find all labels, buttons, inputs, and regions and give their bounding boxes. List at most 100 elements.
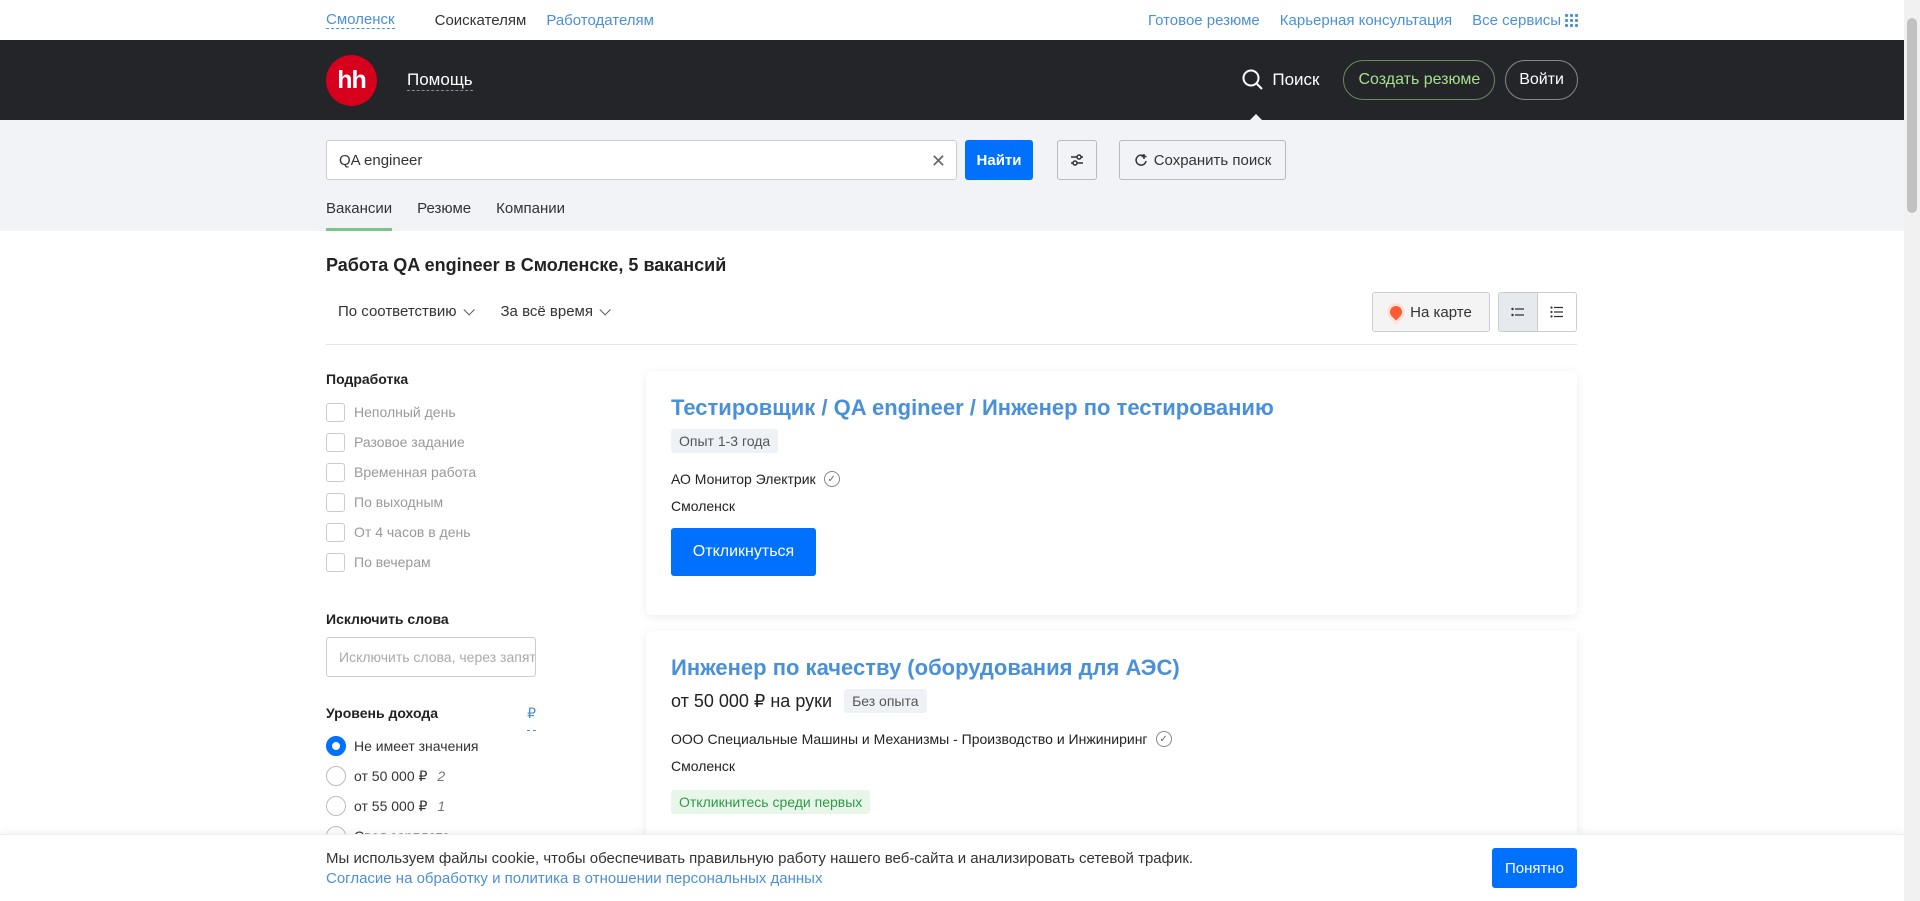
detailed-view-button[interactable]	[1499, 293, 1538, 331]
company-link[interactable]: ООО Специальные Машины и Механизмы - Про…	[671, 731, 1148, 747]
clear-icon[interactable]: ✕	[931, 151, 946, 172]
employers-link[interactable]: Работодателям	[546, 12, 654, 29]
income-option-any[interactable]: Не имеет значения	[326, 731, 541, 761]
divider	[326, 344, 1577, 345]
period-label: За всё время	[500, 303, 593, 320]
currency-selector[interactable]: ₽	[527, 705, 536, 731]
filter-temporary-work[interactable]: Временная работа	[326, 457, 541, 487]
cookie-banner: Мы используем файлы cookie, чтобы обеспе…	[0, 834, 1904, 901]
hh-logo[interactable]: hh	[326, 54, 377, 106]
income-count: 1	[437, 798, 446, 814]
scrollbar-thumb[interactable]	[1907, 18, 1917, 213]
income-option-50000[interactable]: от 50 000 ₽ 2	[326, 761, 541, 791]
map-button[interactable]: На карте	[1372, 292, 1490, 332]
sort-controls: По соответствию За всё время	[338, 303, 611, 320]
login-button[interactable]: Войти	[1505, 60, 1578, 100]
filter-sliders-icon	[1071, 154, 1083, 166]
company-link[interactable]: АО Монитор Электрик	[671, 471, 816, 487]
main-header: hh Помощь Поиск Создать резюме Войти	[0, 40, 1904, 122]
privacy-policy-link[interactable]: Согласие на обработку и политика в отнош…	[326, 870, 822, 887]
filter-weekends[interactable]: По выходным	[326, 487, 541, 517]
map-label: На карте	[1410, 303, 1472, 321]
salary-row: от 50 000 ₽ на руки Без опыта	[671, 689, 1552, 713]
part-time-title: Подработка	[326, 371, 409, 387]
search-query: QA engineer	[339, 151, 423, 169]
page-scrollbar[interactable]	[1904, 0, 1920, 901]
salary: от 50 000 ₽ на руки	[671, 690, 833, 711]
list-compact-icon	[1550, 306, 1563, 318]
respond-button[interactable]: Откликнуться	[671, 528, 816, 576]
top-services: Готовое резюме Карьерная консультация Вс…	[1148, 12, 1578, 29]
save-search-label: Сохранить поиск	[1153, 151, 1272, 169]
filter-label: По вечерам	[354, 554, 431, 570]
radio-selected[interactable]	[326, 736, 346, 756]
income-label: Не имеет значения	[354, 738, 479, 754]
sort-dropdown[interactable]: По соответствию	[338, 303, 475, 320]
top-bar: Смоленск Соискателям Работодателям Готов…	[0, 0, 1904, 40]
advanced-search-button[interactable]	[1057, 140, 1097, 180]
tab-resumes[interactable]: Резюме	[417, 200, 471, 231]
find-button[interactable]: Найти	[965, 140, 1033, 180]
exclude-words-title: Исключить слова	[326, 611, 449, 627]
save-search-button[interactable]: Сохранить поиск	[1119, 140, 1286, 180]
save-search-icon	[1135, 154, 1147, 166]
income-header: Уровень дохода ₽	[326, 705, 536, 731]
checkbox[interactable]	[326, 552, 345, 572]
checkbox[interactable]	[326, 432, 345, 452]
filter-evenings[interactable]: По вечерам	[326, 547, 541, 577]
vacancy-title-link[interactable]: Инженер по качеству (оборудования для АЭ…	[671, 655, 1180, 680]
map-pin-icon	[1387, 303, 1405, 321]
create-resume-button[interactable]: Создать резюме	[1343, 60, 1496, 100]
list-detailed-icon	[1511, 307, 1524, 317]
sort-label: По соответствию	[338, 303, 457, 320]
city-selector[interactable]: Смоленск	[326, 11, 395, 29]
cookie-accept-button[interactable]: Понятно	[1492, 848, 1577, 888]
filter-from-4-hours[interactable]: От 4 часов в день	[326, 517, 541, 547]
company-row: ООО Специальные Машины и Механизмы - Про…	[671, 731, 1552, 747]
exclude-words-input[interactable]: Исключить слова, через запятую	[326, 637, 536, 677]
cookie-text-block: Мы используем файлы cookie, чтобы обеспе…	[326, 849, 1193, 889]
search-input[interactable]: QA engineer ✕	[326, 140, 957, 180]
tab-companies[interactable]: Компании	[496, 200, 565, 231]
checkbox[interactable]	[326, 522, 345, 542]
search-panel: QA engineer ✕ Найти Сохранить поиск Вака…	[0, 120, 1904, 231]
experience-badge: Опыт 1-3 года	[671, 429, 779, 453]
filter-label: Временная работа	[354, 464, 477, 480]
income-label: от 55 000 ₽	[354, 797, 428, 814]
filter-part-time-day[interactable]: Неполный день	[326, 397, 541, 427]
search-nav-label: Поиск	[1272, 70, 1320, 89]
verified-check-icon: ✓	[823, 471, 840, 487]
search-icon	[1242, 69, 1264, 90]
compact-view-button[interactable]	[1538, 293, 1576, 331]
checkbox[interactable]	[326, 492, 345, 512]
income-option-55000[interactable]: от 55 000 ₽ 1	[326, 791, 541, 821]
filter-one-time-task[interactable]: Разовое задание	[326, 427, 541, 457]
period-dropdown[interactable]: За всё время	[500, 303, 611, 320]
all-services-link[interactable]: Все сервисы	[1472, 12, 1578, 29]
company-row: АО Монитор Электрик ✓	[671, 471, 1552, 487]
chevron-down-icon	[462, 304, 475, 316]
checkbox[interactable]	[326, 462, 345, 482]
vacancy-city: Смоленск	[671, 758, 736, 774]
filter-label: От 4 часов в день	[354, 524, 471, 540]
seekers-link[interactable]: Соискателям	[435, 12, 527, 29]
verified-check-icon: ✓	[1155, 731, 1172, 747]
chevron-down-icon	[599, 304, 611, 316]
cookie-message: Мы используем файлы cookie, чтобы обеспе…	[326, 850, 1194, 867]
experience-badge: Без опыта	[844, 689, 927, 713]
tab-vacancies[interactable]: Вакансии	[326, 200, 393, 231]
search-nav-link[interactable]: Поиск	[1242, 69, 1320, 122]
filter-label: Неполный день	[354, 404, 456, 420]
radio[interactable]	[326, 766, 346, 786]
radio[interactable]	[326, 796, 346, 816]
income-label: от 50 000 ₽	[354, 767, 428, 784]
checkbox[interactable]	[326, 402, 345, 422]
career-consult-link[interactable]: Карьерная консультация	[1280, 12, 1452, 29]
respond-first-badge: Откликнитесь среди первых	[671, 790, 871, 814]
help-link[interactable]: Помощь	[407, 70, 473, 91]
income-title: Уровень дохода	[326, 705, 439, 721]
filter-label: Разовое задание	[354, 434, 465, 450]
ready-resume-link[interactable]: Готовое резюме	[1148, 12, 1260, 29]
vacancy-city: Смоленск	[671, 498, 736, 514]
vacancy-title-link[interactable]: Тестировщик / QA engineer / Инженер по т…	[671, 395, 1274, 420]
